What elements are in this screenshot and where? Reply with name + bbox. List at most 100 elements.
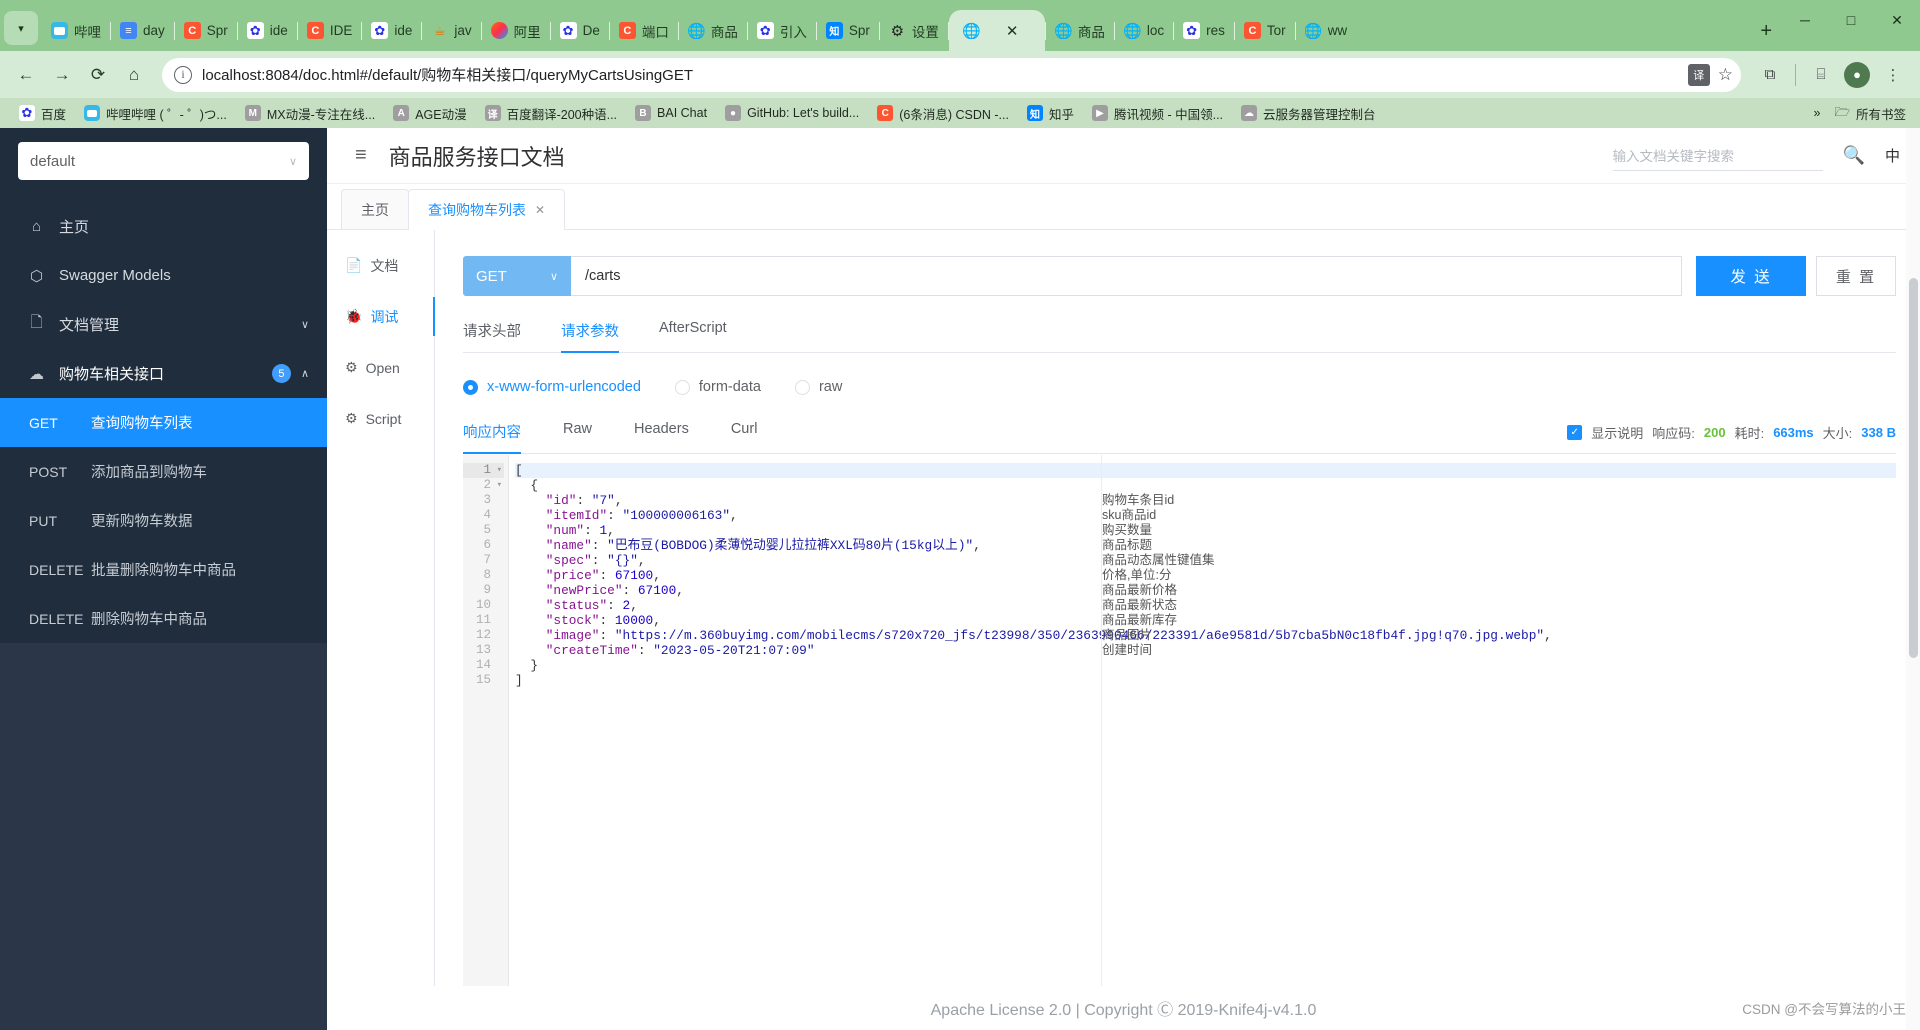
vertical-tab[interactable]: ⚙ Script [327, 393, 434, 444]
response-tab[interactable]: Raw [563, 421, 592, 453]
bookmark-item[interactable]: ● GitHub: Let's build... [716, 101, 868, 125]
sidebar-menu-item[interactable]: ⌂ 主页 [0, 202, 327, 251]
request-path-input[interactable]: /carts [571, 256, 1682, 296]
chevron-down-icon[interactable]: ∨ [301, 318, 309, 331]
browser-tab[interactable]: res [1174, 10, 1234, 51]
document-tab[interactable]: 查询购物车列表 ✕ [408, 189, 566, 230]
response-tab[interactable]: Curl [731, 421, 758, 453]
browser-tab[interactable]: 🌐 loc [1115, 10, 1173, 51]
address-bar[interactable]: i localhost:8084/doc.html#/default/购物车相关… [162, 57, 1741, 92]
body-type-radio[interactable]: x-www-form-urlencoded [463, 379, 641, 395]
browser-tab[interactable]: ide [362, 10, 421, 51]
all-bookmarks-button[interactable]: 🗁 所有书签 [1834, 103, 1906, 124]
reset-button[interactable]: 重 置 [1816, 256, 1896, 296]
body-type-radio[interactable]: raw [794, 379, 842, 395]
browser-tab[interactable]: ☕ jav [422, 10, 480, 51]
back-button[interactable]: ← [10, 59, 42, 91]
bookmarks-overflow-button[interactable]: » [1814, 106, 1821, 120]
sidebar-menu-item[interactable]: 🗋 文档管理 ∨ [0, 300, 327, 349]
chevron-up-icon[interactable]: ∧ [301, 367, 309, 380]
document-tab[interactable]: 主页 [341, 189, 409, 229]
browser-tab[interactable]: 🌐 商品 [679, 10, 747, 51]
age-icon: A [393, 105, 410, 121]
close-document-tab-icon[interactable]: ✕ [535, 203, 545, 217]
browser-tab[interactable]: 🌐 ✕ [948, 10, 1045, 51]
page-scrollbar-thumb[interactable] [1909, 278, 1918, 658]
bookmark-item[interactable]: B BAI Chat [626, 101, 716, 125]
request-tab[interactable]: AfterScript [659, 320, 727, 352]
bookmark-item[interactable]: A AGE动漫 [384, 101, 475, 125]
bookmark-star-icon[interactable]: ☆ [1718, 65, 1733, 85]
maximize-button[interactable]: □ [1828, 2, 1874, 38]
fold-toggle-icon[interactable]: ▾ [494, 478, 502, 493]
bookmark-item[interactable]: 百度 [10, 101, 75, 125]
workspace: 📄 文档 🐞 调试 ⚙ Open ⚙ Script GET ∨ /carts 发 送 重 置 [327, 230, 1920, 986]
minimize-button[interactable]: ─ [1782, 2, 1828, 38]
browser-tab[interactable]: De [551, 10, 609, 51]
browser-tab[interactable]: ⚙ 设置 [880, 10, 948, 51]
bookmark-item[interactable]: ▶ 腾讯视频 - 中国领... [1083, 101, 1232, 125]
browser-tab[interactable]: 阿里 [482, 10, 550, 51]
browser-tab[interactable]: ide [238, 10, 297, 51]
bookmark-item[interactable]: 译百度翻译-200种语... [476, 101, 626, 125]
translate-icon[interactable]: 译 [1687, 63, 1710, 86]
browser-tab[interactable]: ≡ day [111, 10, 174, 51]
send-button[interactable]: 发 送 [1696, 256, 1806, 296]
http-method-select[interactable]: GET ∨ [463, 256, 571, 296]
sidebar-api-item[interactable]: DELETE 删除购物车中商品 [0, 594, 327, 643]
profile-avatar[interactable]: ● [1840, 60, 1874, 90]
response-tab[interactable]: 响应内容 [463, 421, 521, 454]
reload-button[interactable]: ⟳ [82, 59, 114, 91]
sidebar-api-item[interactable]: PUT 更新购物车数据 [0, 496, 327, 545]
request-tab[interactable]: 请求头部 [463, 320, 521, 352]
browser-tab[interactable]: C Spr [175, 10, 237, 51]
body-type-radio[interactable]: form-data [674, 379, 761, 395]
response-tab[interactable]: Headers [634, 421, 689, 453]
fold-toggle-icon [494, 643, 502, 658]
response-editor[interactable]: 1 ▾ 2 ▾ 3 4 5 6 7 8 9 10 11 12 13 14 15 [ { "id": "7", "… [463, 454, 1896, 986]
code-token: 10000 [614, 613, 654, 628]
bookmark-item[interactable]: ☁ 云服务器管理控制台 [1232, 101, 1385, 125]
sidebar-api-item[interactable]: DELETE 批量删除购物车中商品 [0, 545, 327, 594]
sidebar-menu-item[interactable]: ⬡ Swagger Models [0, 251, 327, 300]
browser-tab[interactable]: 知 Spr [817, 10, 879, 51]
vertical-tab[interactable]: 📄 文档 [327, 240, 434, 291]
browser-tab[interactable]: C Tor [1235, 10, 1295, 51]
bookmark-item[interactable]: 哔哩哔哩 ( ゜- ゜)つ... [75, 101, 236, 125]
search-icon[interactable]: 🔍 [1843, 145, 1865, 166]
bookmark-item[interactable]: C (6条消息) CSDN -... [868, 101, 1018, 125]
collapse-sidebar-icon[interactable]: ≡ [355, 144, 367, 167]
page-scrollbar-track[interactable] [1906, 128, 1920, 1030]
sidebar-api-item[interactable]: GET 查询购物车列表 [0, 398, 327, 447]
browser-menu-icon[interactable]: ⋮ [1876, 60, 1910, 90]
service-select[interactable]: default ∨ [18, 142, 309, 180]
tab-search-button[interactable]: ▾ [4, 11, 38, 45]
bookmark-item[interactable]: M MX动漫-专注在线... [236, 101, 384, 125]
browser-tab[interactable]: C IDE [298, 10, 362, 51]
browser-tab[interactable]: C 端口 [610, 10, 678, 51]
browser-tab[interactable]: 哔哩 [42, 10, 110, 51]
response-json-code[interactable]: [ { "id": "7", "itemId": "100000006163",… [509, 455, 1896, 986]
bookmark-item[interactable]: 知知乎 [1018, 101, 1083, 125]
vertical-tab[interactable]: ⚙ Open [327, 342, 434, 393]
sidebar-menu-item[interactable]: ☁ 购物车相关接口 5 ∧ [0, 349, 327, 398]
extensions-icon[interactable]: ⧉ [1753, 60, 1787, 90]
browser-tab[interactable]: 引入 [748, 10, 816, 51]
new-tab-button[interactable]: + [1750, 20, 1782, 51]
forward-button[interactable]: → [46, 59, 78, 91]
close-window-button[interactable]: ✕ [1874, 2, 1920, 38]
fold-toggle-icon[interactable]: ▾ [494, 463, 502, 478]
doc-search-input[interactable]: 输入文档关键字搜索 [1612, 141, 1823, 171]
side-panel-icon[interactable]: ⌸ [1804, 60, 1838, 90]
vertical-tab[interactable]: 🐞 调试 [327, 291, 435, 342]
browser-tab[interactable]: 🌐 ww [1296, 10, 1357, 51]
globe-icon: 🌐 [1304, 22, 1322, 40]
show-description-checkbox[interactable]: ✓ [1567, 425, 1583, 440]
close-tab-icon[interactable]: ✕ [1006, 22, 1019, 40]
language-switch-button[interactable]: 中 [1885, 145, 1900, 166]
request-tab[interactable]: 请求参数 [561, 320, 619, 353]
sidebar-api-item[interactable]: POST 添加商品到购物车 [0, 447, 327, 496]
browser-tab[interactable]: 🌐 商品 [1046, 10, 1114, 51]
home-button[interactable]: ⌂ [118, 59, 150, 91]
site-info-icon[interactable]: i [174, 65, 192, 84]
